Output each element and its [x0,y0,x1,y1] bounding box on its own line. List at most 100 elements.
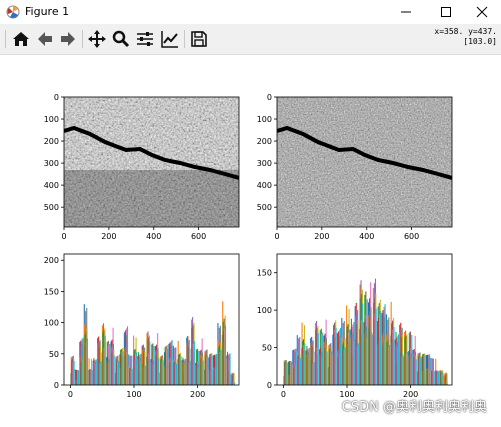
x-tick-label: 600 [191,232,206,241]
x-tick-label: 200 [314,232,329,241]
histogram-bar [126,326,129,385]
cursor-coordinates: x=358. y=437. [103.0] [434,27,497,47]
y-tick-label: 300 [44,159,59,168]
back-button[interactable] [34,28,56,50]
histogram-bar [371,332,373,385]
move-icon [88,30,106,48]
histogram-bar [299,357,301,385]
figure-canvas[interactable]: 0 200 400 600 0 100 200 300 400 500 0 200 400 600 0 100… [0,55,501,423]
x-tick-label: 600 [404,232,419,241]
configure-subplots-button[interactable] [134,28,156,50]
histogram-bar [171,340,173,385]
x-tick-label: 100 [126,390,141,399]
histogram-bar [100,361,102,385]
figure-svg[interactable]: 0 200 400 60001002003004005000 200 400 6000100… [0,55,501,423]
histogram-bar [313,362,315,385]
y-tick-label: 400 [44,181,59,190]
histogram-bar [180,356,182,385]
x-tick-label: 0 [68,390,73,399]
y-tick-label: 0 [267,93,272,102]
save-button[interactable] [188,28,210,50]
histogram-bar [366,299,368,385]
zoom-button[interactable] [110,28,132,50]
histogram-bar [437,371,440,385]
x-tick-label: 0 [61,232,66,241]
histogram-bar [95,359,97,385]
close-button[interactable] [463,0,501,24]
toolbar-separator [184,30,185,48]
y-tick-label: 500 [257,203,272,212]
x-tick-label: 200 [190,390,205,399]
histogram-bar [429,354,431,385]
y-tick-label: 100 [44,115,59,124]
histogram-bar [317,333,319,385]
window-title: Figure 1 [25,5,70,18]
y-tick-label: 100 [257,306,272,315]
histogram-bar [202,360,204,385]
histogram-bar [446,373,448,385]
y-tick-label: 150 [44,287,59,296]
zoom-icon [112,30,130,48]
histogram-bar [211,355,213,385]
histogram-bar [420,357,422,385]
matplotlib-icon [6,5,20,19]
arrow-left-icon [38,32,52,46]
x-tick-label: 400 [146,232,161,241]
line-chart-icon [161,31,178,48]
maximize-icon [441,7,451,17]
toolbar-separator [82,30,83,48]
y-tick-label: 400 [257,181,272,190]
histogram-bar [362,303,364,385]
home-button[interactable] [10,28,32,50]
histogram-bar [149,341,151,385]
histogram-bar [82,337,84,385]
histogram-bar [140,353,142,385]
histogram-bar [207,356,209,385]
watermark: CSDN @奥利奥利奥利奥 [341,400,487,415]
histogram-bar [220,349,222,385]
histogram-2-bars [276,253,453,386]
histogram-bar [402,354,404,385]
histogram-bar [322,332,324,385]
histogram-bar [331,351,333,385]
histogram-bar [393,327,395,385]
histogram-bar [216,353,218,385]
minimize-button[interactable] [387,0,425,24]
histogram-bar [158,358,160,385]
forward-button[interactable] [57,28,79,50]
minimize-icon [401,11,411,13]
histogram-bar [162,360,164,385]
y-tick-label: 0 [54,93,59,102]
maximize-button[interactable] [427,0,465,24]
histogram-bar [91,370,93,385]
y-tick-label: 0 [54,381,59,390]
y-tick-label: 50 [49,350,59,359]
histogram-bar [295,348,297,385]
histogram-bar [335,327,337,385]
y-tick-label: 100 [257,115,272,124]
histogram-bar [442,372,444,385]
histogram-bar [375,308,377,385]
coords-line-2: [103.0] [463,37,497,46]
histogram-bar [339,328,342,385]
histogram-bar [104,335,106,385]
histogram-bar [113,355,115,385]
x-tick-label: 400 [359,232,374,241]
histogram-bar [184,358,186,385]
histogram-bar [326,351,328,385]
title-bar: Figure 1 [0,0,501,24]
coords-line-1: x=358. y=437. [434,27,497,36]
x-tick-label: 0 [274,232,279,241]
histogram-bar [118,360,120,385]
histogram-bar [290,361,293,385]
y-tick-label: 150 [257,269,272,278]
pan-button[interactable] [86,28,108,50]
edit-axes-button[interactable] [159,28,181,50]
histogram-bar [348,330,350,385]
home-icon [13,32,29,46]
histogram-bar [77,370,80,385]
histogram-bar [144,365,146,385]
histogram-bar [131,369,133,385]
histogram-bar [193,341,195,385]
histogram-bar [198,350,200,385]
